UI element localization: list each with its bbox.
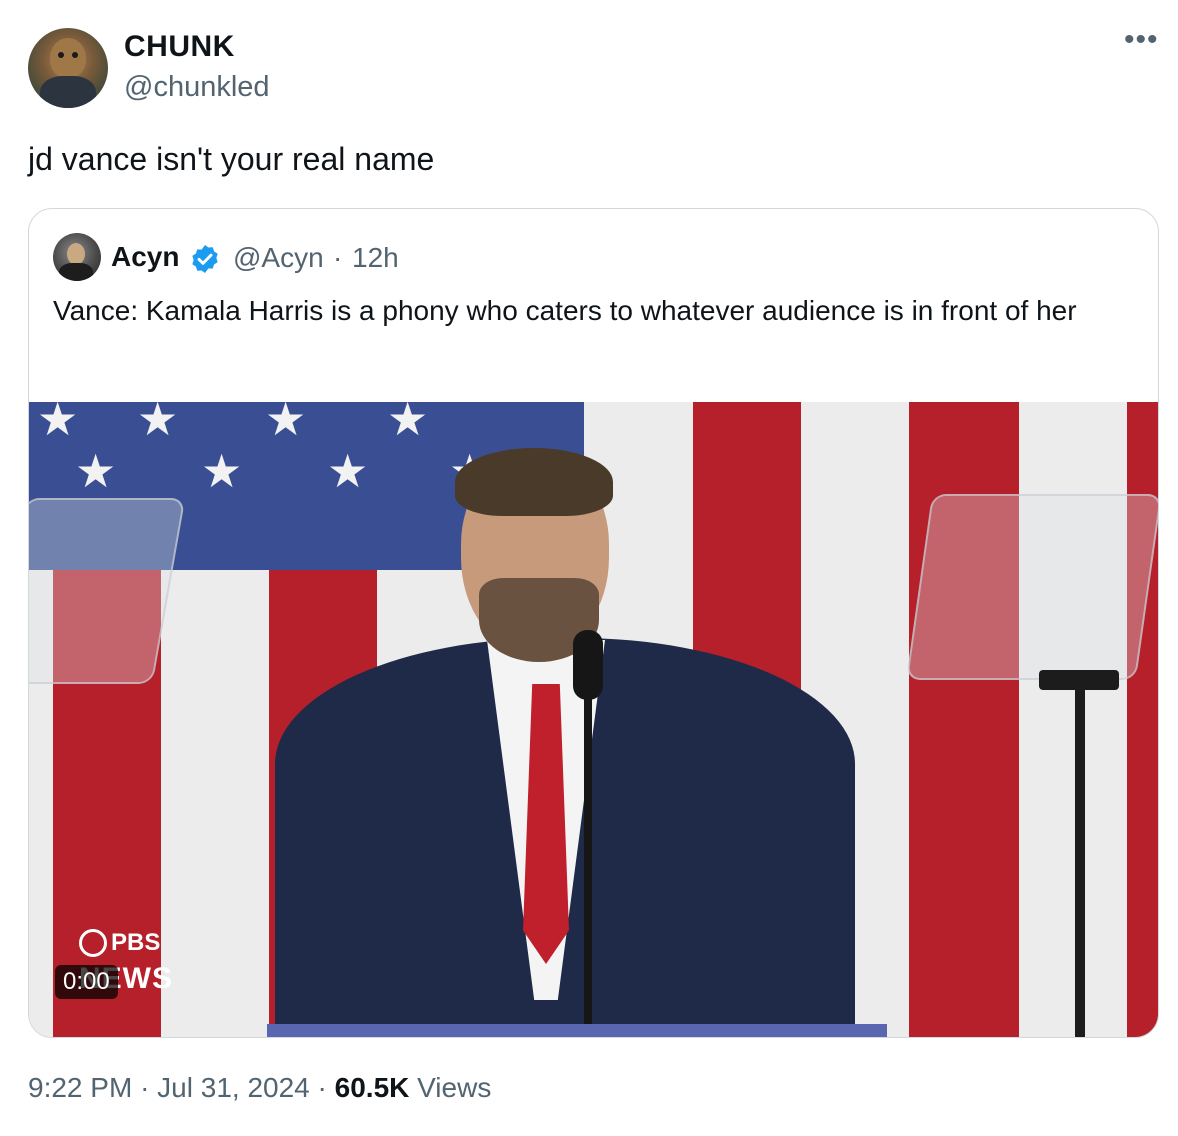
- flag-star: ★: [75, 445, 117, 497]
- avatar-eye: [58, 52, 64, 58]
- author-avatar[interactable]: [28, 28, 108, 108]
- avatar-shoulders: [59, 263, 93, 281]
- quoted-timestamp[interactable]: 12h: [352, 242, 399, 274]
- pbs-logo-text: PBS: [111, 929, 161, 956]
- teleprompter-stand: [1075, 688, 1085, 1037]
- views-count: 60.5K: [334, 1072, 410, 1103]
- teleprompter-glass: [905, 494, 1158, 680]
- avatar-face: [67, 243, 85, 265]
- avatar-eye: [72, 52, 78, 58]
- podium: [267, 1024, 887, 1037]
- quoted-author-name[interactable]: Acyn: [111, 241, 179, 273]
- speaker-hair: [455, 448, 613, 516]
- separator-dot: ·: [140, 1072, 150, 1103]
- avatar-head: [50, 38, 86, 78]
- separator-dot: ·: [333, 242, 343, 273]
- verified-badge-icon: [192, 245, 218, 273]
- teleprompter-stand: [1039, 670, 1119, 690]
- tweet-time[interactable]: 9:22 PM: [28, 1072, 132, 1103]
- more-options-icon[interactable]: •••: [1124, 25, 1159, 55]
- quoted-author-avatar[interactable]: [53, 233, 101, 281]
- microphone-stand: [584, 692, 592, 1037]
- separator-dot: ·: [317, 1072, 327, 1103]
- flag-star: ★: [137, 402, 179, 445]
- tweet-text: jd vance isn't your real name: [28, 141, 435, 177]
- author-handle[interactable]: @chunkled: [124, 71, 270, 104]
- author-name[interactable]: CHUNK: [124, 30, 235, 64]
- microphone: [573, 630, 603, 700]
- flag-star: ★: [201, 445, 243, 497]
- tweet-date[interactable]: Jul 31, 2024: [157, 1072, 310, 1103]
- quoted-author-handle[interactable]: @Acyn: [233, 242, 324, 274]
- flag-star: ★: [387, 402, 429, 445]
- flag-star: ★: [327, 445, 369, 497]
- video-duration-badge: 0:00: [55, 965, 118, 999]
- avatar-body: [40, 76, 96, 108]
- flag-star: ★: [37, 402, 79, 445]
- views-label: Views: [417, 1072, 492, 1103]
- tweet-meta: 9:22 PM · Jul 31, 2024 · 60.5K Views: [28, 1072, 491, 1104]
- flag-star: ★: [265, 402, 307, 445]
- pbs-news-logo: PBS: [79, 929, 160, 957]
- quoted-tweet[interactable]: Acyn @Acyn · 12h Vance: Kamala Harris is…: [28, 208, 1159, 1038]
- pbs-logo-icon: [79, 929, 107, 957]
- quoted-tweet-text: Vance: Kamala Harris is a phony who cate…: [53, 295, 1077, 326]
- video-player[interactable]: ★ ★ ★ ★ ★ ★ ★ ★ PBS: [29, 402, 1158, 1037]
